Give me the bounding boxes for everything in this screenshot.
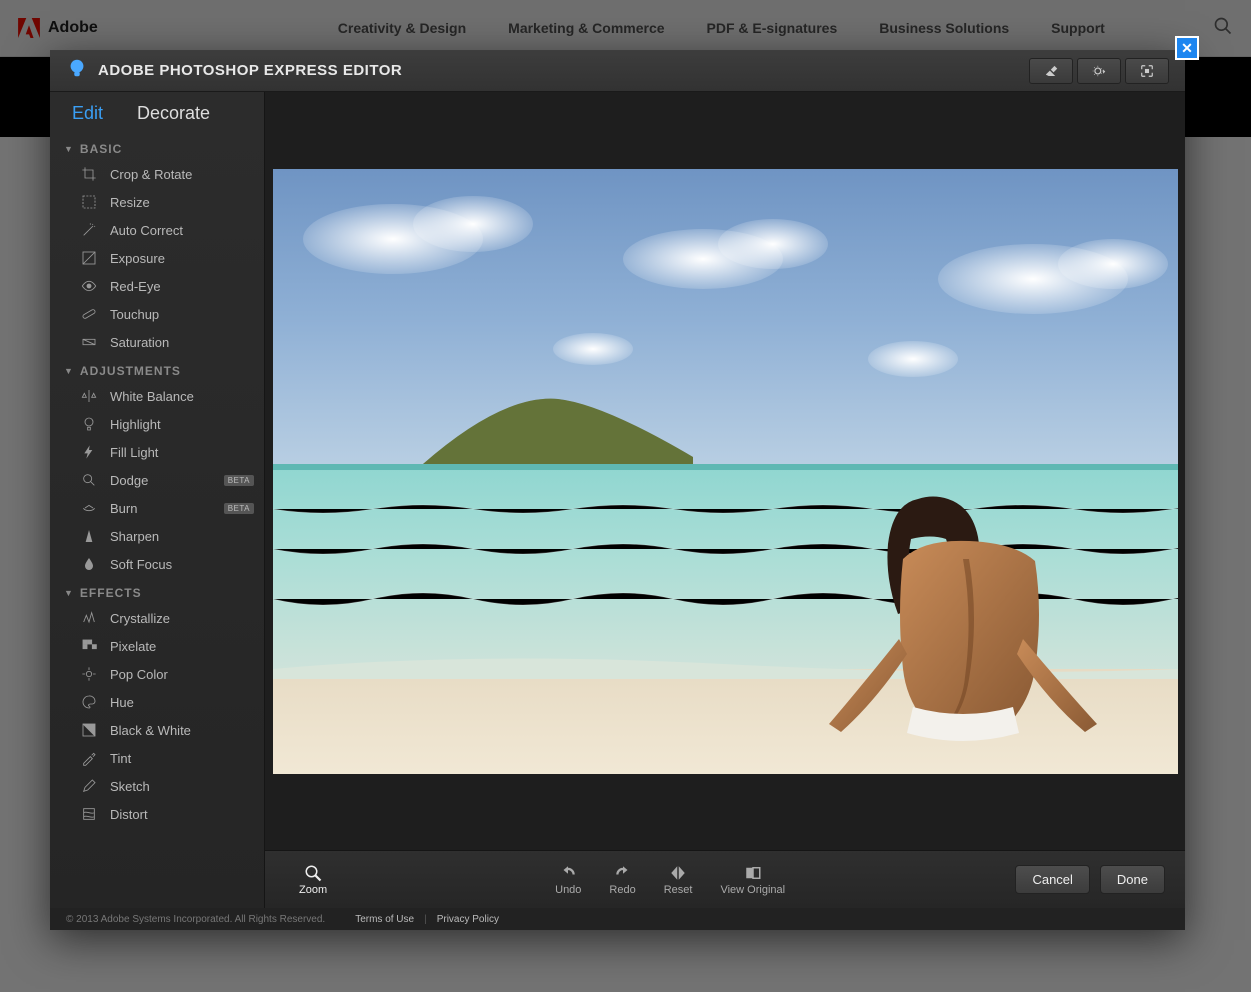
copyright: © 2013 Adobe Systems Incorporated. All R… — [66, 914, 325, 925]
app-header: ADOBE PHOTOSHOP EXPRESS EDITOR — [50, 50, 1185, 92]
balance-icon — [80, 387, 98, 405]
redo-button[interactable]: Redo — [595, 864, 649, 896]
done-button[interactable]: Done — [1100, 865, 1165, 894]
tool-pop-color[interactable]: Pop Color — [50, 660, 264, 688]
beta-badge: BETA — [224, 475, 254, 486]
view-original-button[interactable]: View Original — [706, 864, 799, 896]
drop-icon — [80, 555, 98, 573]
distort-icon — [80, 805, 98, 823]
tool-crystallize[interactable]: Crystallize — [50, 604, 264, 632]
crystal-icon — [80, 609, 98, 627]
tool-red-eye[interactable]: Red-Eye — [50, 272, 264, 300]
header-fullscreen-button[interactable] — [1125, 58, 1169, 84]
photo-canvas[interactable] — [273, 169, 1178, 774]
tool-touchup[interactable]: Touchup — [50, 300, 264, 328]
tool-fill-light[interactable]: Fill Light — [50, 438, 264, 466]
bandage-icon — [80, 305, 98, 323]
burn-icon — [80, 499, 98, 517]
terms-link[interactable]: Terms of Use — [355, 914, 414, 925]
tool-sketch[interactable]: Sketch — [50, 772, 264, 800]
app-logo-icon — [66, 57, 88, 84]
zoom-tool[interactable]: Zoom — [285, 864, 341, 896]
tool-soft-focus[interactable]: Soft Focus — [50, 550, 264, 578]
header-eraser-button[interactable] — [1029, 58, 1073, 84]
tool-pixelate[interactable]: Pixelate — [50, 632, 264, 660]
tool-exposure[interactable]: Exposure — [50, 244, 264, 272]
tool-saturation[interactable]: Saturation — [50, 328, 264, 356]
wand-icon — [80, 221, 98, 239]
close-button[interactable]: ✕ — [1175, 36, 1199, 60]
editor-modal: ✕ ADOBE PHOTOSHOP EXPRESS EDITOR Edit De… — [50, 50, 1185, 930]
tool-highlight[interactable]: Highlight — [50, 410, 264, 438]
bottom-toolbar: Zoom Undo Redo Reset View Original — [265, 850, 1185, 908]
tab-decorate[interactable]: Decorate — [137, 103, 210, 124]
undo-button[interactable]: Undo — [541, 864, 595, 896]
section-effects[interactable]: ▼EFFECTS — [50, 578, 264, 604]
sidebar: Edit Decorate ▼BASIC Crop & Rotate Resiz… — [50, 92, 265, 908]
saturation-icon — [80, 333, 98, 351]
tool-black-white[interactable]: Black & White — [50, 716, 264, 744]
tool-burn[interactable]: BurnBETA — [50, 494, 264, 522]
exposure-icon — [80, 249, 98, 267]
target-icon — [80, 665, 98, 683]
section-basic[interactable]: ▼BASIC — [50, 134, 264, 160]
bw-icon — [80, 721, 98, 739]
tool-hue[interactable]: Hue — [50, 688, 264, 716]
app-title: ADOBE PHOTOSHOP EXPRESS EDITOR — [98, 62, 402, 79]
sharpen-icon — [80, 527, 98, 545]
dropper-icon — [80, 749, 98, 767]
tool-white-balance[interactable]: White Balance — [50, 382, 264, 410]
header-settings-button[interactable] — [1077, 58, 1121, 84]
bulb-icon — [80, 415, 98, 433]
pixelate-icon — [80, 637, 98, 655]
resize-icon — [80, 193, 98, 211]
eye-icon — [80, 277, 98, 295]
section-adjustments[interactable]: ▼ADJUSTMENTS — [50, 356, 264, 382]
cancel-button[interactable]: Cancel — [1015, 865, 1089, 894]
bolt-icon — [80, 443, 98, 461]
palette-icon — [80, 693, 98, 711]
footer: © 2013 Adobe Systems Incorporated. All R… — [50, 908, 1185, 930]
crop-icon — [80, 165, 98, 183]
tool-resize[interactable]: Resize — [50, 188, 264, 216]
canvas-area: Zoom Undo Redo Reset View Original — [265, 92, 1185, 908]
tool-dodge[interactable]: DodgeBETA — [50, 466, 264, 494]
beta-badge: BETA — [224, 503, 254, 514]
tab-edit[interactable]: Edit — [72, 103, 103, 124]
tool-sharpen[interactable]: Sharpen — [50, 522, 264, 550]
privacy-link[interactable]: Privacy Policy — [437, 914, 499, 925]
tool-distort[interactable]: Distort — [50, 800, 264, 828]
tool-crop-rotate[interactable]: Crop & Rotate — [50, 160, 264, 188]
reset-button[interactable]: Reset — [650, 864, 707, 896]
tool-tint[interactable]: Tint — [50, 744, 264, 772]
tool-auto-correct[interactable]: Auto Correct — [50, 216, 264, 244]
dodge-icon — [80, 471, 98, 489]
pencil-icon — [80, 777, 98, 795]
